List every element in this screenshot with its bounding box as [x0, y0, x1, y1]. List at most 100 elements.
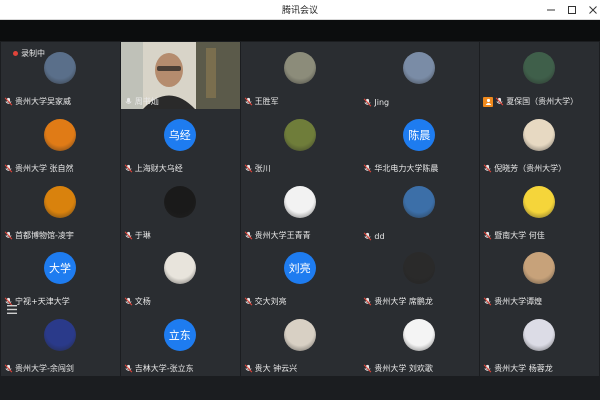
recording-indicator: 录制中	[13, 48, 45, 59]
mic-muted-icon	[244, 231, 252, 240]
participant-nameplate: 贵大 钟云兴	[244, 363, 297, 374]
participant-name: 倪晓芳（贵州大学）	[494, 163, 567, 173]
participant-nameplate: 周书灿	[124, 96, 159, 107]
avatar-initials: 陈晨	[403, 118, 436, 151]
participant-tile[interactable]: 贵大 钟云兴	[240, 309, 360, 377]
avatar-initials: 大学	[44, 252, 76, 285]
participant-tile[interactable]: 贵州大学 席鹏龙	[360, 242, 480, 310]
mic-muted-icon	[495, 97, 504, 106]
mic-muted-icon	[4, 97, 13, 106]
avatar	[44, 319, 76, 352]
participant-nameplate: 贵州大学谭煌	[483, 296, 542, 307]
participant-tile[interactable]: 贵州大学-余闯剑	[1, 309, 120, 377]
participant-tile[interactable]: 贵州大学谭煌	[480, 242, 600, 310]
participant-nameplate: 文杨	[124, 296, 151, 307]
avatar	[163, 185, 196, 218]
participant-nameplate: 倪晓芳（贵州大学）	[483, 163, 566, 174]
mic-muted-icon	[483, 364, 492, 373]
mic-muted-icon	[244, 97, 252, 106]
close-button[interactable]	[582, 0, 600, 20]
close-icon	[589, 6, 597, 14]
participant-name: 上海财大乌经	[134, 163, 183, 173]
participant-nameplate: 贵州大学 席鹏龙	[363, 296, 433, 307]
participant-name: 贵州大学 杨蓉龙	[494, 364, 553, 374]
avatar	[44, 118, 76, 151]
participant-name: 贵州大学 张自然	[15, 163, 74, 173]
participant-name: 贵州大学 席鹏龙	[374, 297, 433, 307]
participant-tile[interactable]: 周书灿	[120, 42, 240, 109]
participant-tile[interactable]: 夏保国（贵州大学）	[480, 42, 600, 109]
mic-muted-icon	[364, 297, 372, 306]
minimize-button[interactable]	[540, 0, 562, 20]
participant-nameplate: dd	[363, 231, 385, 241]
participant-name: 暨南大学 何佳	[494, 230, 545, 240]
mic-muted-icon	[364, 98, 372, 107]
avatar	[523, 319, 556, 352]
mic-muted-icon	[4, 364, 13, 373]
participant-name: 张川	[254, 163, 271, 173]
mic-muted-icon	[483, 164, 492, 173]
participant-name: 贵州大学吴家威	[15, 97, 71, 106]
participant-nameplate: 上海财大乌经	[124, 163, 183, 174]
participant-nameplate: 首都博物馆-凌宇	[4, 230, 74, 241]
participant-tile[interactable]: 贵州大学 杨蓉龙	[480, 309, 600, 377]
participant-list-icon[interactable]	[7, 305, 17, 314]
participant-tile[interactable]: 大学 宁视+天津大学	[1, 242, 120, 310]
participant-tile[interactable]: 张川	[240, 108, 360, 176]
participant-name: Jing	[374, 98, 390, 107]
avatar	[283, 52, 316, 84]
participant-nameplate: 贵州大学王青青	[244, 230, 311, 241]
mic-muted-icon	[4, 231, 13, 240]
participant-tile[interactable]: 倪晓芳（贵州大学）	[480, 108, 600, 176]
avatar	[44, 52, 76, 84]
avatar	[283, 118, 316, 151]
avatar	[523, 185, 556, 218]
participant-name: 贵州大学 刘欢歌	[374, 364, 433, 374]
title-bar: 腾讯会议	[0, 0, 600, 20]
participant-name: 周书灿	[134, 97, 159, 106]
participant-name: 首都博物馆-凌宇	[15, 230, 74, 240]
participant-tile[interactable]: 贵州大学吴家威 录制中	[1, 42, 120, 109]
participant-nameplate: 贵州大学 杨蓉龙	[483, 363, 553, 374]
participant-tile[interactable]: 陈晨华北电力大学陈晨	[360, 108, 480, 176]
participant-nameplate: 吉林大学-张立东	[124, 363, 194, 374]
participant-name: 吉林大学-张立东	[134, 364, 194, 374]
mic-muted-icon	[124, 231, 133, 240]
participant-tile[interactable]: 贵州大学 张自然	[1, 108, 120, 176]
mic-muted-icon	[124, 297, 133, 306]
participant-nameplate: Jing	[363, 98, 389, 107]
avatar-initials: 立东	[163, 319, 196, 352]
participant-tile[interactable]: 王胜军	[240, 42, 360, 109]
participant-name: dd	[374, 231, 385, 241]
participant-tile[interactable]: 乌经 上海财大乌经	[120, 108, 240, 176]
participant-nameplate: 王胜军	[244, 96, 279, 107]
avatar	[44, 185, 76, 218]
participant-tile[interactable]: 立东吉林大学-张立东	[120, 309, 240, 377]
participant-tile[interactable]: 贵州大学王青青	[240, 175, 360, 243]
participant-nameplate: 张川	[244, 163, 271, 174]
mic-muted-icon	[364, 164, 372, 173]
participant-tile[interactable]: 于琳	[120, 175, 240, 243]
maximize-button[interactable]	[561, 0, 583, 20]
participant-tile[interactable]: 暨南大学 何佳	[480, 175, 600, 243]
window-title: 腾讯会议	[281, 6, 318, 16]
mic-muted-icon	[4, 164, 13, 173]
mic-muted-icon	[244, 297, 252, 306]
participant-name: 夏保国（贵州大学）	[506, 97, 579, 106]
participant-nameplate: 华北电力大学陈晨	[363, 163, 438, 174]
recording-label: 录制中	[21, 49, 45, 58]
participant-name: 王胜军	[254, 97, 279, 106]
participant-tile[interactable]: 文杨	[120, 242, 240, 310]
participant-tile[interactable]: 贵州大学 刘欢歌	[360, 309, 480, 377]
participant-tile[interactable]: dd	[360, 175, 480, 243]
avatar	[403, 185, 436, 218]
participant-tile[interactable]: 刘亮 交大刘亮	[240, 242, 360, 310]
participant-name: 文杨	[134, 297, 151, 307]
avatar	[403, 319, 436, 352]
participant-nameplate: 贵州大学-余闯剑	[4, 363, 74, 374]
mic-muted-icon	[364, 232, 372, 241]
minimize-icon	[547, 9, 555, 11]
participant-nameplate: 交大刘亮	[244, 296, 287, 307]
participant-tile[interactable]: Jing	[360, 42, 480, 109]
participant-tile[interactable]: 首都博物馆-凌宇	[1, 175, 120, 243]
